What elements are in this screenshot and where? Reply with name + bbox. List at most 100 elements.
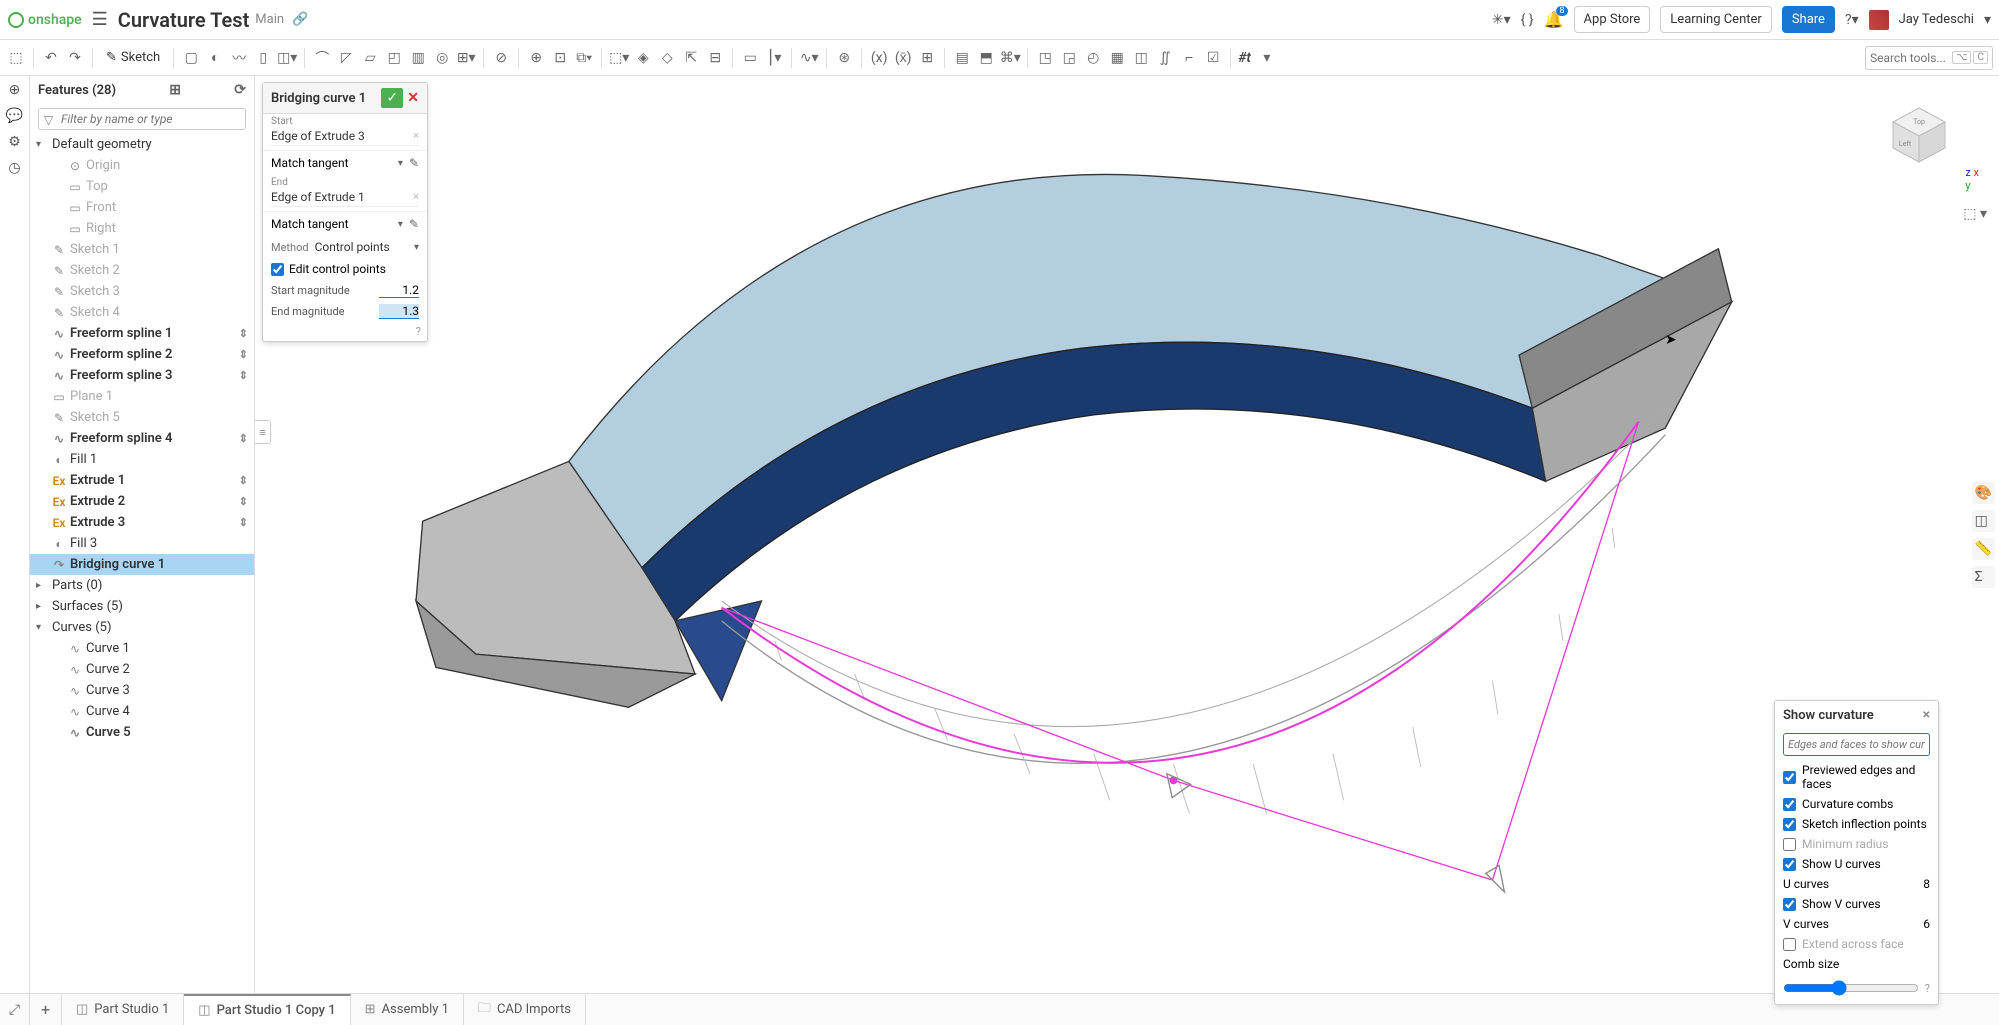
feature-tools-icon[interactable]: ⬚ bbox=[6, 48, 26, 68]
tree-fs3[interactable]: ∿Freeform spline 3⇕ bbox=[30, 365, 254, 386]
move-icon[interactable]: ⊡ bbox=[550, 48, 570, 68]
panel-collapse-handle[interactable]: ≡ bbox=[255, 420, 271, 444]
undo-icon[interactable]: ↶ bbox=[41, 48, 61, 68]
config-icon[interactable]: ⊞ bbox=[917, 48, 937, 68]
chamfer-icon[interactable]: ◸ bbox=[336, 48, 356, 68]
hole-icon[interactable]: ◎ bbox=[432, 48, 452, 68]
appearance-icon[interactable]: 🎨 bbox=[1972, 482, 1995, 504]
delete-face-icon[interactable]: ⬚▾ bbox=[609, 48, 629, 68]
tree-curve1[interactable]: ∿Curve 1 bbox=[30, 638, 254, 659]
add-tab-button[interactable]: + bbox=[30, 994, 62, 1025]
tree-origin[interactable]: ⊙Origin bbox=[30, 155, 254, 176]
show-u-checkbox[interactable]: Show U curves bbox=[1775, 854, 1938, 874]
tree-curve2[interactable]: ∿Curve 2 bbox=[30, 659, 254, 680]
extrude-icon[interactable]: ▢ bbox=[181, 48, 201, 68]
rib-icon[interactable]: ▥ bbox=[408, 48, 428, 68]
app-store-button[interactable]: App Store bbox=[1574, 6, 1651, 33]
folder-add-icon[interactable]: ⊞ bbox=[163, 82, 181, 98]
refresh-icon[interactable]: ⟳ bbox=[228, 82, 246, 98]
history-icon[interactable]: ◷ bbox=[8, 160, 20, 176]
tree-top[interactable]: ▭Top bbox=[30, 176, 254, 197]
extend-checkbox[interactable]: Extend across face bbox=[1775, 934, 1938, 954]
help-icon[interactable]: ?▾ bbox=[1845, 12, 1859, 28]
u-curves-value[interactable]: 8 bbox=[1923, 877, 1930, 891]
tree-fs4[interactable]: ∿Freeform spline 4⇕ bbox=[30, 428, 254, 449]
end-selection[interactable]: Edge of Extrude 1× bbox=[271, 188, 419, 207]
tree-front[interactable]: ▭Front bbox=[30, 197, 254, 218]
tree-ex1[interactable]: ExExtrude 1⇕ bbox=[30, 470, 254, 491]
tree-fill3[interactable]: ◐Fill 3 bbox=[30, 533, 254, 554]
sm6-icon[interactable]: ∬ bbox=[1155, 48, 1175, 68]
tree-curve5[interactable]: ∿Curve 5 bbox=[30, 722, 254, 743]
tree-fs1[interactable]: ∿Freeform spline 1⇕ bbox=[30, 323, 254, 344]
sm4-icon[interactable]: ▦ bbox=[1107, 48, 1127, 68]
start-selection[interactable]: Edge of Extrude 3× bbox=[271, 127, 419, 146]
learning-center-button[interactable]: Learning Center bbox=[1660, 6, 1772, 33]
curve-icon[interactable]: ∿▾ bbox=[799, 48, 819, 68]
sheet-icon[interactable]: ▤ bbox=[952, 48, 972, 68]
plane-icon[interactable]: ▭ bbox=[740, 48, 760, 68]
offset-icon[interactable]: ⊟ bbox=[705, 48, 725, 68]
tree-sketch5[interactable]: ✎Sketch 5 bbox=[30, 407, 254, 428]
filter-input[interactable] bbox=[38, 108, 246, 130]
pattern-icon[interactable]: ⊞▾ bbox=[456, 48, 476, 68]
custom-features-caret-icon[interactable]: ▾ bbox=[1257, 48, 1277, 68]
mass-icon[interactable]: Σ bbox=[1972, 566, 1995, 588]
flip-icon-2[interactable]: ✎ bbox=[409, 217, 419, 231]
tree-curve4[interactable]: ∿Curve 4 bbox=[30, 701, 254, 722]
brand-logo[interactable]: onshape bbox=[8, 12, 82, 28]
sm2-icon[interactable]: ◲ bbox=[1059, 48, 1079, 68]
sm8-icon[interactable]: ☑ bbox=[1203, 48, 1223, 68]
document-branch[interactable]: Main bbox=[255, 12, 284, 27]
section-icon[interactable]: ◫ bbox=[1972, 510, 1995, 532]
view-tools[interactable]: ⬚ ▾ bbox=[1963, 206, 1987, 222]
shell-icon[interactable]: ◰ bbox=[384, 48, 404, 68]
redo-icon[interactable]: ↷ bbox=[65, 48, 85, 68]
tab-assembly-1[interactable]: ⊞Assembly 1 bbox=[351, 994, 464, 1025]
sm1-icon[interactable]: ◳ bbox=[1035, 48, 1055, 68]
tree-ex2[interactable]: ExExtrude 2⇕ bbox=[30, 491, 254, 512]
link-icon[interactable]: 🔗 bbox=[292, 12, 308, 27]
dialog-cancel-button[interactable]: ✕ bbox=[407, 90, 419, 106]
tree-curve3[interactable]: ∿Curve 3 bbox=[30, 680, 254, 701]
notifications-icon[interactable]: 🔔8 bbox=[1544, 10, 1564, 29]
dialog-help-icon[interactable]: ? bbox=[416, 325, 421, 338]
helix-icon[interactable]: ⊛ bbox=[834, 48, 854, 68]
edit-control-points-checkbox[interactable]: Edit control points bbox=[263, 258, 427, 280]
tab-part-studio-1[interactable]: ◫Part Studio 1 bbox=[62, 994, 184, 1025]
share-button[interactable]: Share bbox=[1782, 6, 1835, 33]
tree-default-geometry[interactable]: ▾Default geometry bbox=[30, 134, 254, 155]
dialog-accept-button[interactable]: ✓ bbox=[381, 88, 403, 108]
curvature-help-icon[interactable]: ? bbox=[1925, 982, 1930, 995]
curvature-close-button[interactable]: × bbox=[1923, 707, 1930, 723]
start-match-dropdown[interactable]: Match tangent▾✎ bbox=[263, 150, 427, 175]
tree-bridging-curve[interactable]: ↷Bridging curve 1 bbox=[30, 554, 254, 575]
menu-icon[interactable]: ☰ bbox=[92, 9, 108, 30]
tree-fs2[interactable]: ∿Freeform spline 2⇕ bbox=[30, 344, 254, 365]
insert-feature-icon[interactable]: ⊕ bbox=[9, 82, 21, 98]
user-menu-caret-icon[interactable]: ▾ bbox=[1984, 12, 1991, 28]
tree-sketch3[interactable]: ✎Sketch 3 bbox=[30, 281, 254, 302]
sm5-icon[interactable]: ◫ bbox=[1131, 48, 1151, 68]
configs-icon[interactable]: ⚙ bbox=[8, 134, 21, 150]
tree-sketch4[interactable]: ✎Sketch 4 bbox=[30, 302, 254, 323]
weld-icon[interactable]: ⌘▾ bbox=[1000, 48, 1020, 68]
tree-plane1[interactable]: ▭Plane 1 bbox=[30, 386, 254, 407]
sm7-icon[interactable]: ⌐ bbox=[1179, 48, 1199, 68]
view-cube[interactable]: Top Left bbox=[1879, 96, 1959, 176]
end-magnitude-input[interactable] bbox=[379, 304, 419, 319]
curvature-selection-input[interactable] bbox=[1783, 733, 1930, 756]
var-icon[interactable]: (x) bbox=[869, 48, 889, 68]
v-curves-value[interactable]: 6 bbox=[1923, 917, 1930, 931]
search-tools[interactable]: ⌥ C bbox=[1865, 46, 1993, 70]
comb-size-slider[interactable] bbox=[1783, 980, 1919, 996]
sweep-icon[interactable]: 〰 bbox=[229, 48, 249, 68]
inflection-checkbox[interactable]: Sketch inflection points bbox=[1775, 814, 1938, 834]
frame-icon[interactable]: ⬒ bbox=[976, 48, 996, 68]
move-face-icon[interactable]: ⇱ bbox=[681, 48, 701, 68]
tree-parts[interactable]: ▸Parts (0) bbox=[30, 575, 254, 596]
sketch-button[interactable]: ✎Sketch bbox=[100, 47, 166, 68]
method-dropdown[interactable]: Method Control points ▾ bbox=[263, 236, 427, 258]
split-icon[interactable]: ⧉▾ bbox=[574, 48, 594, 68]
revolve-icon[interactable]: ◐ bbox=[205, 48, 225, 68]
